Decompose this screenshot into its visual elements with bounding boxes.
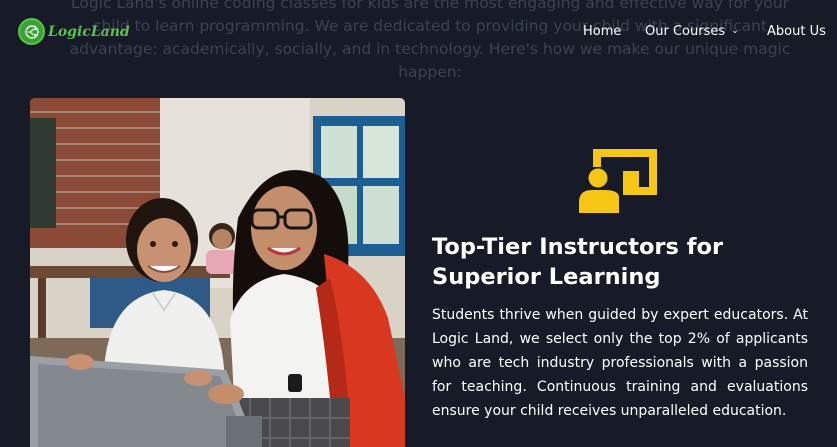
teacher-presentation-icon bbox=[579, 149, 659, 215]
instructor-with-student-photo bbox=[30, 98, 405, 447]
nav-about-link[interactable]: About Us bbox=[767, 24, 826, 39]
nav-home-link[interactable]: Home bbox=[583, 24, 621, 39]
nav-our-courses-label: Our Courses bbox=[645, 24, 726, 39]
main-nav: Home Our Courses ⌄ About Us bbox=[0, 24, 837, 44]
chevron-down-icon: ⌄ bbox=[731, 26, 739, 36]
nav-our-courses-dropdown[interactable]: Our Courses ⌄ bbox=[645, 24, 739, 39]
feature-description: Students thrive when guided by expert ed… bbox=[432, 307, 808, 419]
feature-title: Top-Tier Instructors for Superior Learni… bbox=[432, 234, 724, 290]
navbar: LogicLand Home Our Courses ⌄ About Us bbox=[0, 0, 837, 64]
